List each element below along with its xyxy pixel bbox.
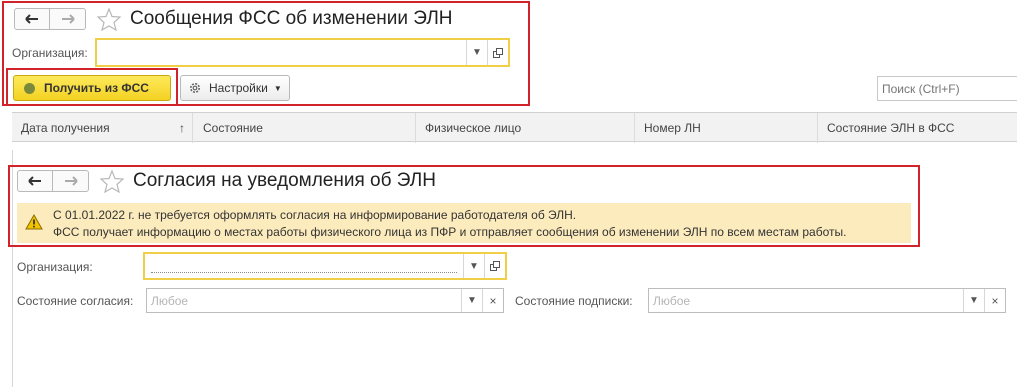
column-header-ln-number[interactable]: Номер ЛН [644, 113, 701, 143]
open-window-icon [490, 261, 500, 271]
open-button[interactable] [484, 254, 505, 278]
column-divider [634, 113, 635, 143]
sign-state-field[interactable]: Любое ▼ × [648, 288, 1006, 313]
table-header: Дата получения ↑ Состояние Физическое ли… [12, 112, 1017, 143]
column-header-person[interactable]: Физическое лицо [425, 113, 521, 143]
sign-state-input[interactable]: Любое [649, 289, 963, 312]
consent-state-label: Состояние согласия: [17, 294, 134, 308]
consent-org-input[interactable] [145, 254, 463, 278]
consent-state-input[interactable]: Любое [147, 289, 461, 312]
highlight-frame-consent-form [8, 165, 920, 247]
dropdown-button[interactable]: ▼ [963, 289, 984, 312]
clear-button[interactable]: × [482, 289, 503, 312]
chevron-down-icon: ▼ [469, 260, 479, 272]
column-label: Дата получения [21, 121, 110, 135]
consent-org-label: Организация: [17, 260, 93, 274]
column-header-state[interactable]: Состояние [203, 113, 263, 143]
column-divider [415, 113, 416, 143]
input-underline [151, 272, 457, 273]
search-input[interactable] [877, 76, 1017, 101]
close-icon: × [991, 293, 999, 308]
column-divider [192, 113, 193, 143]
dropdown-button[interactable]: ▼ [461, 289, 482, 312]
highlight-frame-get-button [6, 68, 178, 106]
close-icon: × [489, 293, 497, 308]
chevron-down-icon: ▼ [969, 295, 979, 306]
consent-org-field[interactable]: ▼ [143, 252, 507, 280]
sort-ascending-icon: ↑ [179, 121, 185, 135]
column-divider [817, 113, 818, 143]
sign-state-label: Состояние подписки: [515, 294, 633, 308]
chevron-down-icon: ▼ [467, 295, 477, 306]
column-header-eln-state[interactable]: Состояние ЭЛН в ФСС [827, 113, 954, 143]
dropdown-button[interactable]: ▼ [463, 254, 484, 278]
consent-state-field[interactable]: Любое ▼ × [146, 288, 504, 313]
column-header-date[interactable]: Дата получения ↑ [21, 113, 191, 143]
clear-button[interactable]: × [984, 289, 1005, 312]
